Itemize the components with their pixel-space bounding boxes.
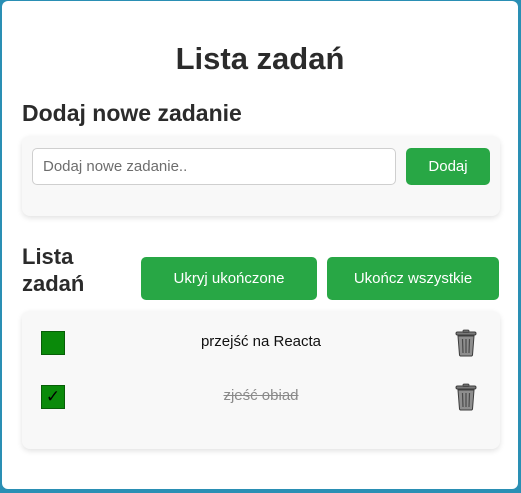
task-list-heading: Lista zadań xyxy=(22,244,85,296)
complete-all-button[interactable]: Ukończ wszystkie xyxy=(327,257,499,300)
hide-completed-button[interactable]: Ukryj ukończone xyxy=(141,257,317,300)
list-item: ✓ zjeść obiad xyxy=(22,377,500,417)
add-task-card: Dodaj xyxy=(22,136,500,216)
add-task-heading: Dodaj nowe zadanie xyxy=(22,100,242,126)
task-checkbox[interactable] xyxy=(41,331,65,355)
trash-icon[interactable] xyxy=(454,383,478,411)
task-list: przejść na Reacta ✓ zjeść obiad xyxy=(22,311,500,449)
task-text-completed: zjeść obiad xyxy=(223,387,299,404)
task-checkbox-checked[interactable]: ✓ xyxy=(41,385,65,409)
app-container: Lista zadań Dodaj nowe zadanie Dodaj Lis… xyxy=(2,1,518,489)
page-title: Lista zadań xyxy=(175,41,345,76)
task-text: przejść na Reacta xyxy=(200,333,322,350)
trash-icon[interactable] xyxy=(454,329,478,357)
add-button[interactable]: Dodaj xyxy=(406,148,490,185)
new-task-input[interactable] xyxy=(32,148,396,185)
list-item: przejść na Reacta xyxy=(22,323,500,363)
